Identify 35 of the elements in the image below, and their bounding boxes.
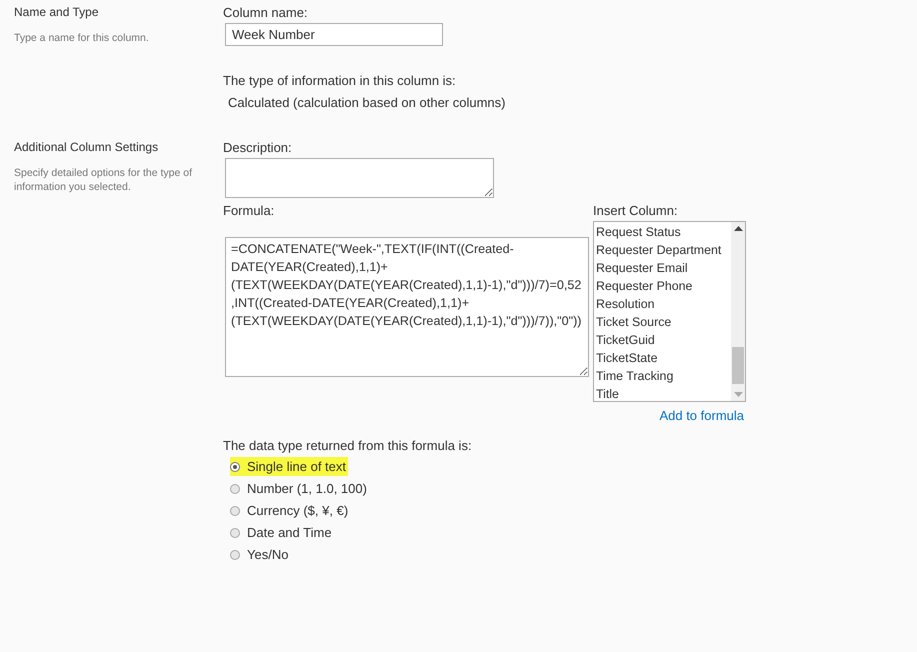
field-label: Column name: bbox=[223, 4, 309, 21]
description-field[interactable] bbox=[225, 158, 494, 198]
add-to-formula-link[interactable]: Add to formula bbox=[659, 408, 744, 423]
list-item[interactable]: Request Status bbox=[596, 223, 731, 241]
scroll-down-icon[interactable] bbox=[734, 392, 742, 397]
radio-option[interactable]: Date and Time bbox=[230, 523, 334, 542]
field-label: The data type returned from this formula is: bbox=[223, 437, 473, 454]
scrollbar[interactable] bbox=[731, 222, 745, 401]
type-value: Calculated (calculation based on other columns) bbox=[228, 94, 506, 111]
radio-option[interactable]: Number (1, 1.0, 100) bbox=[230, 479, 369, 498]
formula-field[interactable]: =CONCATENATE("Week-",TEXT(IF(INT((Created-DATE(YEAR(Created),1,1)+(TEXT(WEEKDAY(DATE(YEAR(Created),1,1)-1),"d")))/7)=0,52,INT((Created-DATE(YEAR(Created),1,1)+(TEXT(WEEKDAY(DATE(YEAR(Created),1,1)-1),"d")))/7)),"0")) bbox=[225, 237, 589, 377]
list-item[interactable]: Requester Department bbox=[596, 241, 731, 259]
list-item[interactable]: Requester Phone bbox=[596, 277, 731, 295]
column-name-field[interactable]: Week Number bbox=[225, 23, 443, 46]
radio-option[interactable]: Single line of text bbox=[230, 457, 348, 476]
field-label: Insert Column: bbox=[593, 202, 679, 219]
list-item[interactable]: Ticket Source bbox=[596, 313, 731, 331]
section-description: Type a name for this column. bbox=[14, 31, 150, 45]
list-item[interactable]: Requester Email bbox=[596, 259, 731, 277]
radio-option[interactable]: Currency ($, ¥, €) bbox=[230, 501, 350, 520]
list-item[interactable]: TicketGuid bbox=[596, 331, 731, 349]
list-item[interactable]: Title bbox=[596, 385, 731, 401]
section-title: Additional Column Settings bbox=[14, 139, 160, 154]
radio-option[interactable]: Yes/No bbox=[230, 545, 290, 564]
section-description: Specify detailed options for the type of information you selected. bbox=[14, 166, 194, 194]
list-item[interactable]: Time Tracking bbox=[596, 367, 731, 385]
type-label: The type of information in this column is: bbox=[223, 72, 457, 89]
list-item[interactable]: Resolution bbox=[596, 295, 731, 313]
scroll-up-icon[interactable] bbox=[734, 226, 742, 231]
list-item[interactable]: TicketState bbox=[596, 349, 731, 367]
section-title: Name and Type bbox=[14, 4, 100, 19]
column-listbox[interactable]: Request Status Requester Department Requester Email Requester Phone Resolution Ticket Source TicketGuid TicketState Time Tracking Title bbox=[593, 221, 746, 402]
field-label: Description: bbox=[223, 139, 293, 156]
field-label: Formula: bbox=[223, 202, 276, 219]
scrollbar-thumb[interactable] bbox=[732, 347, 744, 384]
